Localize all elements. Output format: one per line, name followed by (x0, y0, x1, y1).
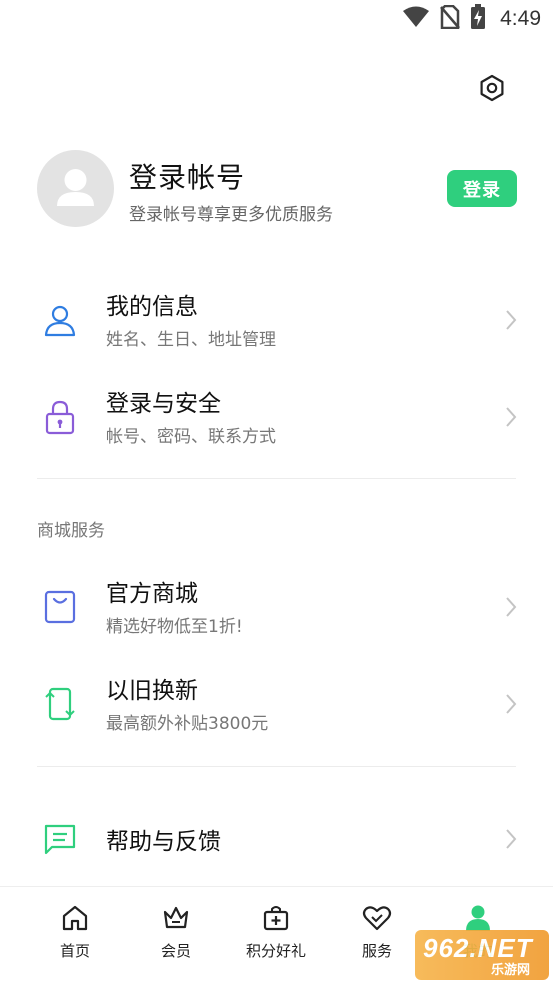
watermark-subtext: 乐游网 (491, 963, 531, 978)
nav-label: 会员 (160, 942, 191, 960)
nav-label: 服务 (361, 942, 392, 960)
lock-icon (41, 398, 79, 436)
item-subtitle: 精选好物低至1折! (106, 617, 243, 637)
chevron-right-icon (502, 592, 520, 622)
profile-header[interactable]: 登录帐号 登录帐号尊享更多优质服务 登录 (37, 150, 517, 230)
login-button[interactable]: 登录 (447, 170, 517, 207)
section-label-mall: 商城服务 (37, 521, 105, 541)
item-title: 官方商城 (106, 581, 198, 607)
nav-item-home[interactable]: 首页 (25, 887, 125, 983)
nav-item-points-gifts[interactable]: 积分好礼 (226, 887, 326, 983)
wifi-icon (402, 6, 430, 32)
item-subtitle: 姓名、生日、地址管理 (106, 330, 276, 350)
chevron-right-icon (502, 402, 520, 432)
default-avatar-icon (57, 169, 94, 206)
item-subtitle: 最高额外补贴3800元 (106, 714, 269, 734)
settings-button[interactable] (476, 74, 508, 106)
watermark-logo: 962.NET 乐游网 (415, 930, 549, 980)
crown-icon (161, 903, 191, 933)
gift-bag-icon (261, 903, 291, 933)
list-item-help-feedback[interactable]: 帮助与反馈 (0, 800, 553, 880)
settings-hexagon-icon (478, 74, 506, 106)
item-subtitle: 帐号、密码、联系方式 (106, 427, 276, 447)
nav-label: 首页 (59, 942, 90, 960)
chevron-right-icon (502, 689, 520, 719)
list-item-official-mall[interactable]: 官方商城 精选好物低至1折! (0, 570, 553, 650)
home-icon (60, 903, 90, 933)
message-square-icon (41, 820, 79, 858)
profile-title[interactable]: 登录帐号 (129, 156, 245, 196)
list-item-login-security[interactable]: 登录与安全 帐号、密码、联系方式 (0, 380, 553, 460)
divider (37, 478, 516, 479)
item-title: 以旧换新 (106, 678, 198, 704)
nav-item-service[interactable]: 服务 (327, 887, 427, 983)
status-bar: 4:49 (0, 0, 553, 38)
person-outline-icon (41, 301, 79, 339)
list-item-trade-in[interactable]: 以旧换新 最高额外补贴3800元 (0, 667, 553, 747)
no-sim-icon (440, 4, 461, 33)
heart-icon (362, 903, 392, 933)
profile-subtitle: 登录帐号尊享更多优质服务 (129, 205, 333, 225)
status-icons: 4:49 (402, 4, 541, 34)
battery-charging-icon (470, 4, 486, 34)
nav-label: 积分好礼 (245, 942, 306, 960)
item-title: 帮助与反馈 (106, 829, 221, 855)
shopping-bag-icon (41, 588, 79, 626)
item-title: 我的信息 (106, 294, 198, 320)
chevron-right-icon (502, 824, 520, 854)
avatar[interactable] (37, 150, 114, 227)
item-title: 登录与安全 (106, 391, 221, 417)
person-filled-icon (463, 903, 493, 933)
trade-in-phone-icon (41, 685, 79, 723)
list-item-my-info[interactable]: 我的信息 姓名、生日、地址管理 (0, 283, 553, 363)
chevron-right-icon (502, 305, 520, 335)
nav-item-member[interactable]: 会员 (126, 887, 226, 983)
divider (37, 766, 516, 767)
status-time: 4:49 (500, 7, 541, 30)
